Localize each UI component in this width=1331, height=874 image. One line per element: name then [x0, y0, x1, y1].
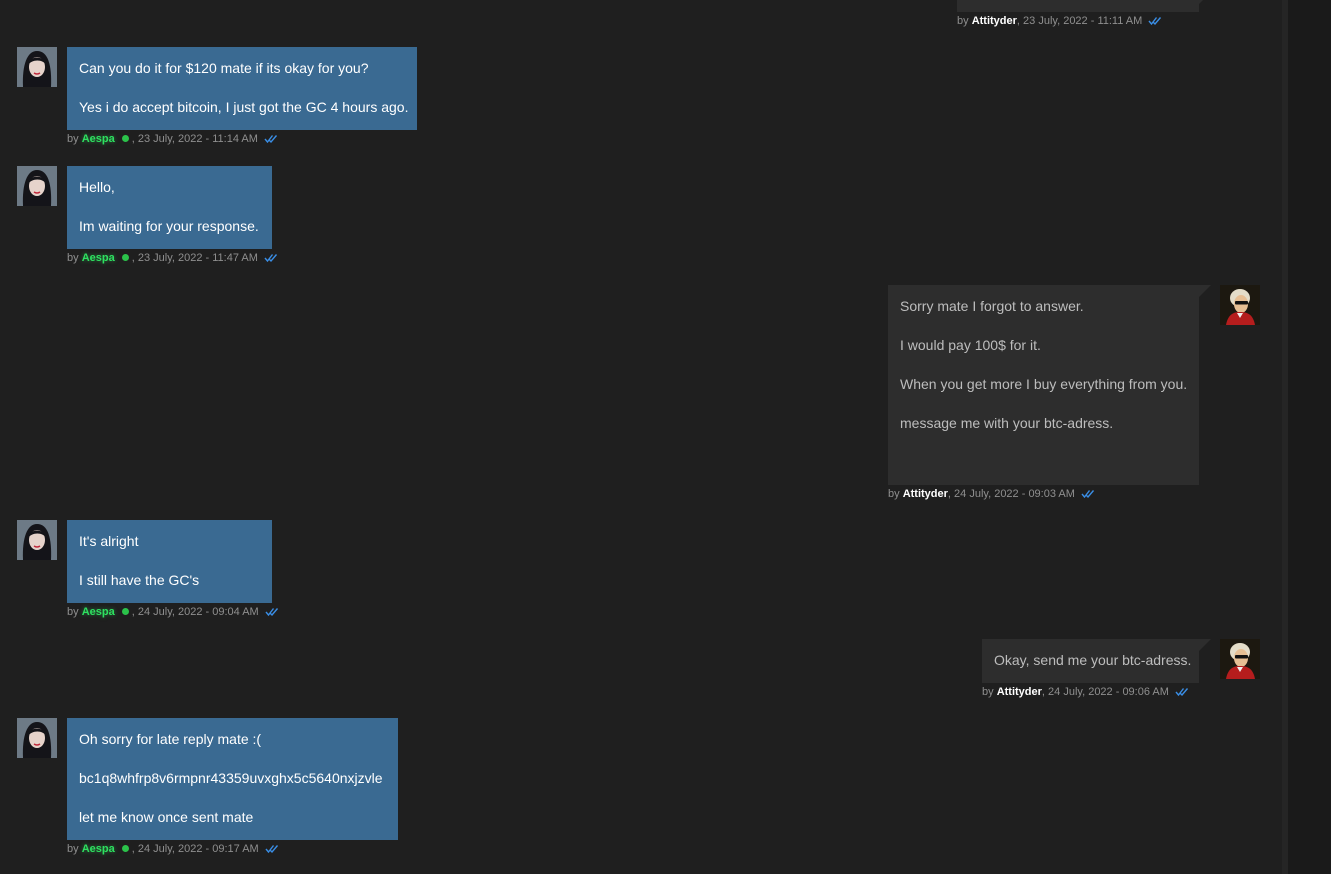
message-meta: by Attityder, 24 July, 2022 - 09:06 AM: [982, 685, 1189, 699]
message-date: 24 July, 2022 - 09:03 AM: [954, 488, 1075, 500]
author-link[interactable]: Attityder: [997, 686, 1042, 698]
meta-prefix: by: [957, 15, 972, 27]
meta-prefix: by: [67, 133, 82, 145]
message-meta: by Aespa, 23 July, 2022 - 11:14 AM: [67, 132, 278, 146]
user-avatar[interactable]: [17, 47, 57, 87]
author-link[interactable]: Aespa: [82, 606, 115, 618]
message-line: Im waiting for your response.: [79, 218, 259, 234]
double-check-icon: [264, 135, 278, 144]
message-line: Yes i do accept bitcoin, I just got the …: [79, 99, 409, 115]
meta-prefix: by: [67, 843, 82, 855]
message-meta: by Aespa, 24 July, 2022 - 09:04 AM: [67, 605, 279, 619]
message-bubble-incoming: It's alright I still have the GC's: [67, 520, 272, 603]
message-meta: by Aespa, 24 July, 2022 - 09:17 AM: [67, 842, 279, 856]
message-line: It's alright: [79, 533, 139, 549]
message-line: let me know once sent mate: [79, 809, 254, 825]
message-line: I would pay 100$ for it.: [900, 337, 1041, 353]
author-link[interactable]: Aespa: [82, 252, 115, 264]
message-date: 24 July, 2022 - 09:17 AM: [137, 843, 259, 855]
message-bubble-incoming: Can you do it for $120 mate if its okay …: [67, 47, 417, 130]
user-avatar[interactable]: [1220, 285, 1260, 325]
message-line: Hello,: [79, 179, 115, 195]
double-check-icon: [264, 254, 278, 263]
user-avatar[interactable]: [17, 520, 57, 560]
message-bubble-outgoing: Okay, send me your btc-adress.: [982, 639, 1211, 683]
message-line: Sorry mate I forgot to answer.: [900, 298, 1084, 314]
author-link[interactable]: Attityder: [972, 15, 1017, 27]
message-date: 23 July, 2022 - 11:11 AM: [1023, 15, 1143, 27]
message-line: message me with your btc-adress.: [900, 415, 1114, 431]
message-date: 24 July, 2022 - 09:06 AM: [1048, 686, 1169, 698]
message-line: Oh sorry for late reply mate :(: [79, 731, 262, 747]
conversation-thread: by Attityder, 23 July, 2022 - 11:11 AM C…: [0, 0, 1282, 874]
user-avatar[interactable]: [17, 166, 57, 206]
double-check-icon: [265, 845, 278, 854]
meta-prefix: by: [982, 686, 997, 698]
meta-prefix: by: [67, 606, 82, 618]
author-link[interactable]: Aespa: [82, 133, 115, 145]
scrollbar-thumb[interactable]: [1282, 0, 1288, 874]
online-status-dot: [121, 254, 129, 261]
online-status-dot: [121, 608, 129, 615]
author-link[interactable]: Attityder: [903, 488, 948, 500]
message-meta: by Aespa, 23 July, 2022 - 11:47 AM: [67, 251, 278, 265]
scrollbar-track[interactable]: [1282, 0, 1331, 874]
double-check-icon: [265, 608, 278, 617]
user-avatar[interactable]: [17, 718, 57, 758]
message-date: 24 July, 2022 - 09:04 AM: [137, 606, 259, 618]
message-date: 23 July, 2022 - 11:47 AM: [137, 252, 258, 264]
meta-prefix: by: [888, 488, 903, 500]
online-status-dot: [121, 845, 129, 852]
message-meta: by Attityder, 24 July, 2022 - 09:03 AM: [888, 487, 1095, 501]
message-line: When you get more I buy everything from …: [900, 376, 1188, 392]
message-line: Okay, send me your btc-adress.: [994, 652, 1192, 668]
message-bubble-outgoing: [957, 0, 1211, 12]
message-line: I still have the GC's: [79, 572, 200, 588]
message-bubble-outgoing: Sorry mate I forgot to answer. I would p…: [888, 285, 1211, 485]
double-check-icon: [1148, 17, 1162, 26]
author-link[interactable]: Aespa: [82, 843, 115, 855]
user-avatar[interactable]: [1220, 639, 1260, 679]
message-date: 23 July, 2022 - 11:14 AM: [137, 133, 258, 145]
double-check-icon: [1081, 490, 1095, 499]
double-check-icon: [1175, 688, 1189, 697]
meta-prefix: by: [67, 252, 82, 264]
message-bubble-incoming: Hello, Im waiting for your response.: [67, 166, 272, 249]
message-line: Can you do it for $120 mate if its okay …: [79, 60, 369, 76]
message-meta: by Attityder, 23 July, 2022 - 11:11 AM: [957, 14, 1162, 28]
message-line: bc1q8whfrp8v6rmpnr43359uvxghx5c5640nxjzv…: [79, 770, 383, 786]
online-status-dot: [121, 135, 129, 142]
message-bubble-incoming: Oh sorry for late reply mate :( bc1q8whf…: [67, 718, 398, 840]
